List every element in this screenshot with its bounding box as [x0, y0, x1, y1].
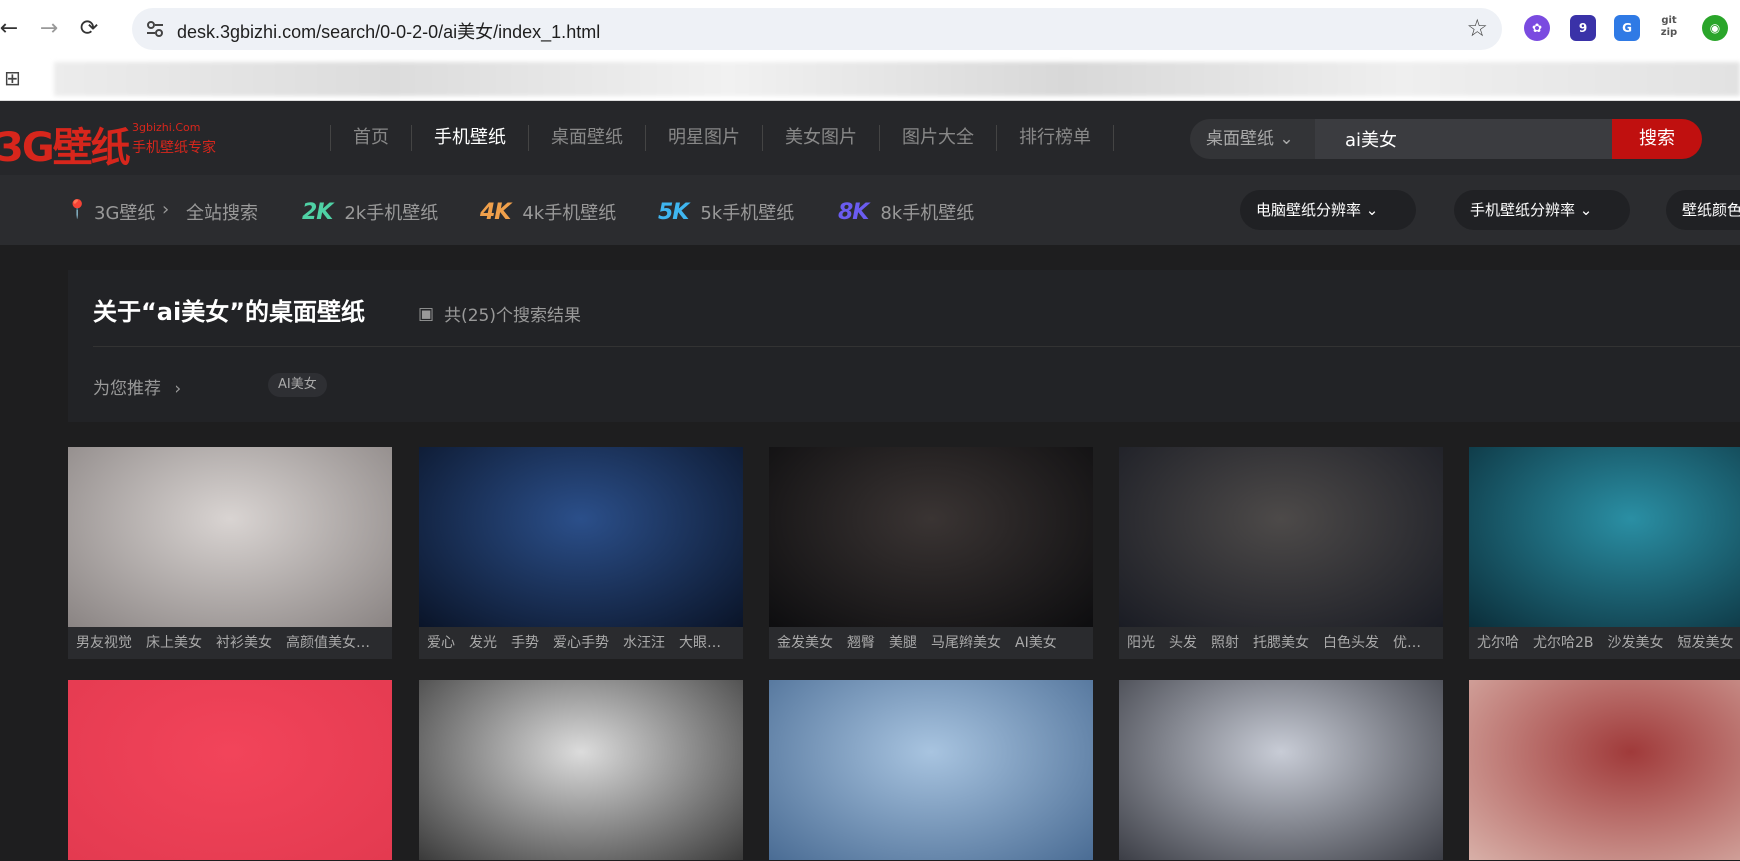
address-bar[interactable]: desk.3gbizhi.com/search/0-0-2-0/ai美女/ind…	[132, 8, 1502, 50]
chevron-down-icon: ⌄	[1279, 129, 1294, 149]
wallpaper-card[interactable]: 金发美女 翘臀 美腿 马尾辫美女 AI美女	[769, 447, 1093, 659]
wallpaper-tags[interactable]: 男友视觉 床上美女 衬衫美女 高颜值美女…	[68, 627, 392, 659]
res-tag-2k: 2K	[302, 199, 333, 225]
chevron-right-icon: ›	[174, 379, 182, 399]
image-icon: ▣	[418, 303, 435, 324]
sub-bar: 📍 3G壁纸 › 全站搜索 2K 2k手机壁纸 4K 4k手机壁纸 5K 5k手…	[0, 175, 1740, 245]
res-link-8k[interactable]: 8K 8k手机壁纸	[838, 199, 974, 225]
search-button[interactable]: 搜索	[1612, 119, 1702, 159]
bookmark-star-icon[interactable]: ☆	[1466, 14, 1488, 42]
chevron-right-icon: ›	[162, 199, 170, 220]
browser-toolbar: ← → ⟳ desk.3gbizhi.com/search/0-0-2-0/ai…	[0, 0, 1740, 58]
mobile-resolution-dropdown[interactable]: 手机壁纸分辨率 ⌄	[1454, 190, 1630, 230]
res-label-4k: 4k手机壁纸	[522, 203, 617, 224]
res-label-8k: 8k手机壁纸	[880, 203, 975, 224]
wallpaper-card[interactable]: 爱心 发光 手势 爱心手势 水汪汪 大眼…	[419, 447, 743, 659]
extension-gitzip-icon[interactable]: git zip	[1656, 15, 1682, 41]
reload-icon[interactable]: ⟳	[76, 16, 102, 42]
divider	[93, 346, 1740, 347]
forward-icon[interactable]: →	[36, 16, 62, 42]
wallpaper-card[interactable]: 男友视觉 床上美女 衬衫美女 高颜值美女…	[68, 447, 392, 659]
desktop-resolution-dropdown[interactable]: 电脑壁纸分辨率 ⌄	[1240, 190, 1416, 230]
wallpaper-thumbnail[interactable]	[769, 680, 1093, 860]
desktop-resolution-label: 电脑壁纸分辨率	[1256, 201, 1362, 219]
color-dropdown[interactable]: 壁纸颜色	[1666, 190, 1740, 230]
page-title: 关于“ai美女”的桌面壁纸	[93, 298, 365, 326]
recommend-tag[interactable]: AI美女	[268, 373, 327, 397]
res-tag-8k: 8K	[838, 199, 869, 225]
result-count-text: 共(25)个搜索结果	[444, 306, 581, 326]
search-category-label: 桌面壁纸	[1206, 129, 1274, 149]
breadcrumb-home[interactable]: 3G壁纸	[94, 199, 155, 225]
extension-gitzip-label: git zip	[1660, 15, 1678, 38]
res-tag-4k: 4K	[480, 199, 511, 225]
wallpaper-card[interactable]: 尤尔哈 尤尔哈2B 沙发美女 短发美女	[1469, 447, 1740, 659]
recommend-label: 为您推荐 ›	[93, 374, 181, 399]
result-count: ▣ 共(25)个搜索结果	[418, 301, 581, 327]
wallpaper-thumbnail[interactable]	[1119, 680, 1443, 860]
site-logo[interactable]: 3G壁纸	[0, 115, 131, 173]
site-info-icon[interactable]	[146, 20, 164, 38]
extension-translate-icon[interactable]: G	[1614, 15, 1640, 41]
res-label-5k: 5k手机壁纸	[700, 203, 795, 224]
wallpaper-card[interactable]	[1119, 680, 1443, 860]
res-tag-5k: 5K	[658, 199, 689, 225]
apps-grid-icon[interactable]: ⊞	[4, 66, 21, 90]
wallpaper-thumbnail[interactable]	[769, 447, 1093, 627]
mobile-resolution-label: 手机壁纸分辨率	[1470, 201, 1576, 219]
wallpaper-thumbnail[interactable]	[1469, 680, 1740, 860]
wallpaper-thumbnail[interactable]	[1119, 447, 1443, 627]
logo-tagline: 手机壁纸专家	[132, 140, 216, 156]
location-pin-icon: 📍	[66, 199, 89, 220]
res-link-5k[interactable]: 5K 5k手机壁纸	[658, 199, 794, 225]
wallpaper-thumbnail[interactable]	[68, 680, 392, 860]
wallpaper-card[interactable]	[419, 680, 743, 860]
color-dropdown-label: 壁纸颜色	[1682, 201, 1740, 219]
extension-graduation-icon[interactable]: 9	[1570, 15, 1596, 41]
wallpaper-thumbnail[interactable]	[1469, 447, 1740, 627]
logo-domain: 3gbizhi.Com	[132, 121, 201, 134]
back-icon[interactable]: ←	[0, 16, 22, 42]
nav-mobile-wallpaper[interactable]: 手机壁纸	[411, 125, 528, 151]
search-category-select[interactable]: 桌面壁纸 ⌄	[1190, 119, 1315, 159]
chevron-down-icon: ⌄	[1365, 201, 1379, 219]
results-panel: 关于“ai美女”的桌面壁纸 ▣ 共(25)个搜索结果 为您推荐 › AI美女	[68, 270, 1740, 422]
recommend-label-text: 为您推荐	[93, 379, 161, 399]
wallpaper-thumbnail[interactable]	[68, 447, 392, 627]
nav-gallery[interactable]: 图片大全	[879, 125, 996, 151]
extension-green-icon[interactable]: ◉	[1702, 15, 1728, 41]
res-link-4k[interactable]: 4K 4k手机壁纸	[480, 199, 616, 225]
extension-brain-icon[interactable]: ✿	[1524, 15, 1550, 41]
wallpaper-tags[interactable]: 尤尔哈 尤尔哈2B 沙发美女 短发美女	[1469, 627, 1740, 659]
wallpaper-tags[interactable]: 阳光 头发 照射 托腮美女 白色头发 优…	[1119, 627, 1443, 659]
nav-ranking[interactable]: 排行榜单	[996, 125, 1114, 151]
nav-beauty[interactable]: 美女图片	[762, 125, 879, 151]
res-label-2k: 2k手机壁纸	[344, 203, 439, 224]
wallpaper-thumbnail[interactable]	[419, 680, 743, 860]
res-link-2k[interactable]: 2K 2k手机壁纸	[302, 199, 438, 225]
search-input[interactable]	[1315, 119, 1612, 159]
wallpaper-tags[interactable]: 金发美女 翘臀 美腿 马尾辫美女 AI美女	[769, 627, 1093, 659]
wallpaper-card[interactable]: 阳光 头发 照射 托腮美女 白色头发 优…	[1119, 447, 1443, 659]
bookmarks-bar	[0, 58, 1740, 101]
url-text[interactable]: desk.3gbizhi.com/search/0-0-2-0/ai美女/ind…	[177, 18, 600, 44]
chevron-down-icon: ⌄	[1579, 201, 1593, 219]
wallpaper-card[interactable]	[769, 680, 1093, 860]
bookmarks-blurred	[54, 62, 1740, 96]
site-header: 3G壁纸 3gbizhi.Com 手机壁纸专家 首页 手机壁纸 桌面壁纸 明星图…	[0, 101, 1740, 175]
breadcrumb-current: 全站搜索	[186, 203, 258, 224]
nav-celebrity[interactable]: 明星图片	[645, 125, 762, 151]
wallpaper-tags[interactable]: 爱心 发光 手势 爱心手势 水汪汪 大眼…	[419, 627, 743, 659]
nav-home[interactable]: 首页	[330, 125, 411, 151]
main-nav: 首页 手机壁纸 桌面壁纸 明星图片 美女图片 图片大全 排行榜单	[330, 125, 1114, 151]
wallpaper-card[interactable]	[68, 680, 392, 860]
wallpaper-card[interactable]	[1469, 680, 1740, 860]
wallpaper-thumbnail[interactable]	[419, 447, 743, 627]
extension-badge: 9	[1578, 21, 1588, 35]
nav-desktop-wallpaper[interactable]: 桌面壁纸	[528, 125, 645, 151]
